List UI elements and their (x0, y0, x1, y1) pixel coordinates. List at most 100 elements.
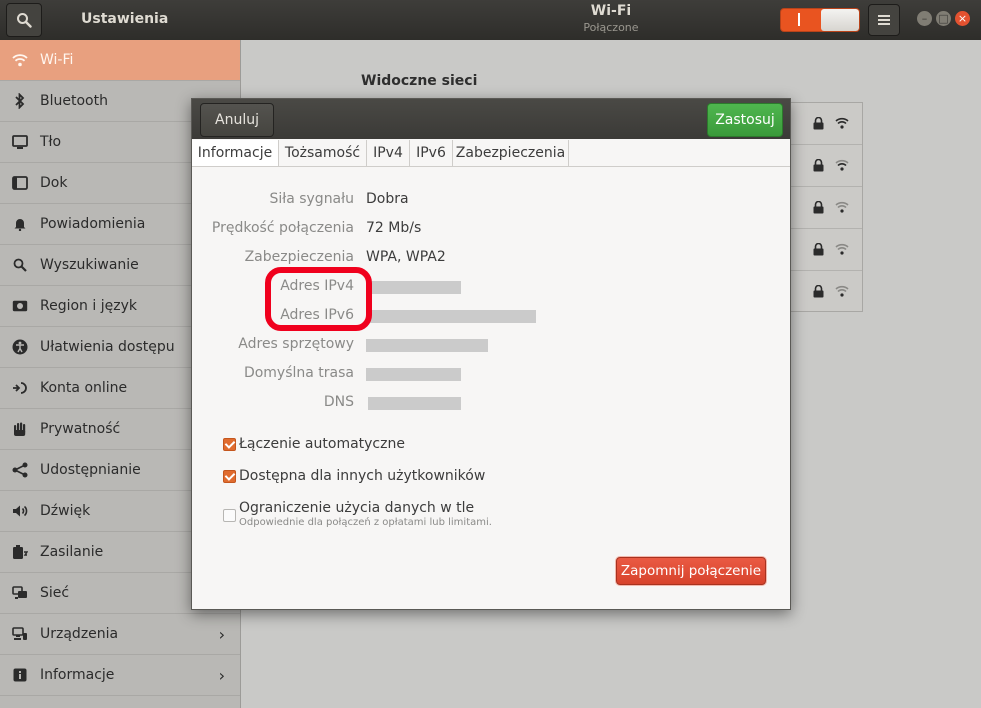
sidebar-item-label: Dok (40, 175, 68, 191)
wifi-signal-icon (835, 117, 849, 129)
devices-icon (11, 625, 29, 643)
dialog-tabs: Informacje Tożsamość IPv4 IPv6 Zabezpiec… (192, 140, 790, 167)
maximize-button[interactable]: □ (936, 11, 951, 26)
search-icon (17, 13, 32, 28)
link-speed-value: 72 Mb/s (366, 220, 422, 236)
sidebar-item-label: Tło (40, 134, 62, 150)
security-label: Zabezpieczenia (244, 249, 354, 265)
ip-address-highlight-annotation (265, 267, 372, 331)
restrict-background-data-checkbox[interactable] (223, 509, 236, 522)
toggle-on-mark (798, 13, 800, 26)
network-row[interactable] (789, 187, 862, 229)
close-icon: × (957, 12, 968, 25)
chevron-right-icon: › (218, 624, 225, 644)
apply-button[interactable]: Zastosuj (707, 103, 783, 137)
sidebar-item-devices[interactable]: Urządzenia › (0, 614, 240, 655)
app-title: Ustawienia (81, 11, 169, 27)
tab-tozsamosc[interactable]: Tożsamość (279, 140, 367, 166)
signal-strength-label: Siła sygnału (269, 191, 354, 207)
auto-connect-checkbox[interactable] (223, 438, 236, 451)
security-value: WPA, WPA2 (366, 249, 446, 265)
network-row[interactable] (789, 271, 862, 312)
ipv6-address-redacted (366, 310, 536, 323)
minimize-button[interactable]: – (917, 11, 932, 26)
sidebar-item-label: Udostępnianie (40, 462, 141, 478)
restrict-background-data-label: Ograniczenie użycia danych w tle (239, 500, 475, 516)
network-row[interactable] (789, 103, 862, 145)
sidebar-item-label: Konta online (40, 380, 128, 396)
share-icon (11, 461, 29, 479)
close-button[interactable]: × (955, 11, 970, 26)
chevron-right-icon: › (218, 665, 225, 685)
dialog-header: Anuluj Zastosuj (192, 99, 790, 139)
lock-icon (813, 117, 824, 130)
hardware-address-label: Adres sprzętowy (238, 336, 354, 352)
available-to-all-checkbox[interactable] (223, 470, 236, 483)
auto-connect-label: Łączenie automatyczne (239, 436, 405, 452)
wifi-signal-icon (835, 285, 849, 297)
hamburger-icon (878, 15, 890, 25)
dns-label: DNS (323, 394, 354, 410)
bluetooth-icon (11, 92, 29, 110)
cancel-button[interactable]: Anuluj (200, 103, 274, 137)
dns-redacted (368, 397, 461, 410)
region-icon (11, 297, 29, 315)
connection-details-dialog: Anuluj Zastosuj Informacje Tożsamość IPv… (191, 98, 791, 610)
sidebar-item-label: Wi-Fi (40, 52, 74, 68)
sidebar-item-label: Sieć (40, 585, 70, 601)
signal-strength-value: Dobra (366, 191, 409, 207)
maximize-icon: □ (938, 12, 949, 25)
sidebar-item-label: Powiadomienia (40, 216, 146, 232)
hand-icon (11, 420, 29, 438)
link-speed-label: Prędkość połączenia (211, 220, 354, 236)
dock-icon (11, 174, 29, 192)
background-icon (11, 133, 29, 151)
visible-networks-title: Widoczne sieci (361, 73, 478, 89)
sidebar-item-label: Wyszukiwanie (40, 257, 139, 273)
lock-icon (813, 243, 824, 256)
available-to-all-label: Dostępna dla innych użytkowników (239, 468, 486, 484)
network-row[interactable] (789, 229, 862, 271)
sidebar-item-info[interactable]: Informacje › (0, 655, 240, 696)
speaker-icon (11, 502, 29, 520)
ipv4-address-redacted (366, 281, 461, 294)
network-row[interactable] (789, 145, 862, 187)
window-subtitle: Połączone (583, 21, 639, 34)
window-title: Wi-Fi (590, 3, 632, 19)
tab-ipv4[interactable]: IPv4 (367, 140, 410, 166)
hardware-address-redacted (366, 339, 488, 352)
lock-icon (813, 285, 824, 298)
sidebar-item-wifi[interactable]: Wi-Fi (0, 40, 240, 81)
default-route-redacted (366, 368, 461, 381)
default-route-label: Domyślna trasa (243, 365, 354, 381)
forget-connection-button[interactable]: Zapomnij połączenie (616, 557, 766, 585)
wifi-signal-icon (835, 201, 849, 213)
tab-informacje[interactable]: Informacje (192, 140, 279, 166)
network-list (789, 102, 863, 312)
wifi-signal-icon (835, 159, 849, 171)
sidebar-item-label: Informacje (40, 667, 115, 683)
menu-button[interactable] (868, 4, 900, 36)
network-icon (11, 584, 29, 602)
accessibility-icon (11, 338, 29, 356)
sidebar-item-label: Dźwięk (40, 503, 91, 519)
power-icon (11, 543, 29, 561)
bell-icon (11, 215, 29, 233)
lock-icon (813, 159, 824, 172)
wifi-signal-icon (835, 243, 849, 255)
sidebar-item-label: Region i język (40, 298, 137, 314)
tab-ipv6[interactable]: IPv6 (410, 140, 453, 166)
sidebar-item-label: Bluetooth (40, 93, 108, 109)
online-accounts-icon (11, 379, 29, 397)
sidebar-item-label: Ułatwienia dostępu (40, 339, 175, 355)
sidebar-item-label: Zasilanie (40, 544, 104, 560)
header-bar: Ustawienia Wi-Fi Połączone – □ × (0, 0, 981, 40)
sidebar-item-label: Urządzenia (40, 626, 119, 642)
lock-icon (813, 201, 824, 214)
search-button[interactable] (6, 3, 42, 37)
tab-zabezpieczenia[interactable]: Zabezpieczenia (453, 140, 569, 166)
wifi-icon (11, 51, 29, 69)
wifi-toggle[interactable] (780, 8, 860, 32)
search-icon (11, 256, 29, 274)
minimize-icon: – (921, 12, 928, 25)
